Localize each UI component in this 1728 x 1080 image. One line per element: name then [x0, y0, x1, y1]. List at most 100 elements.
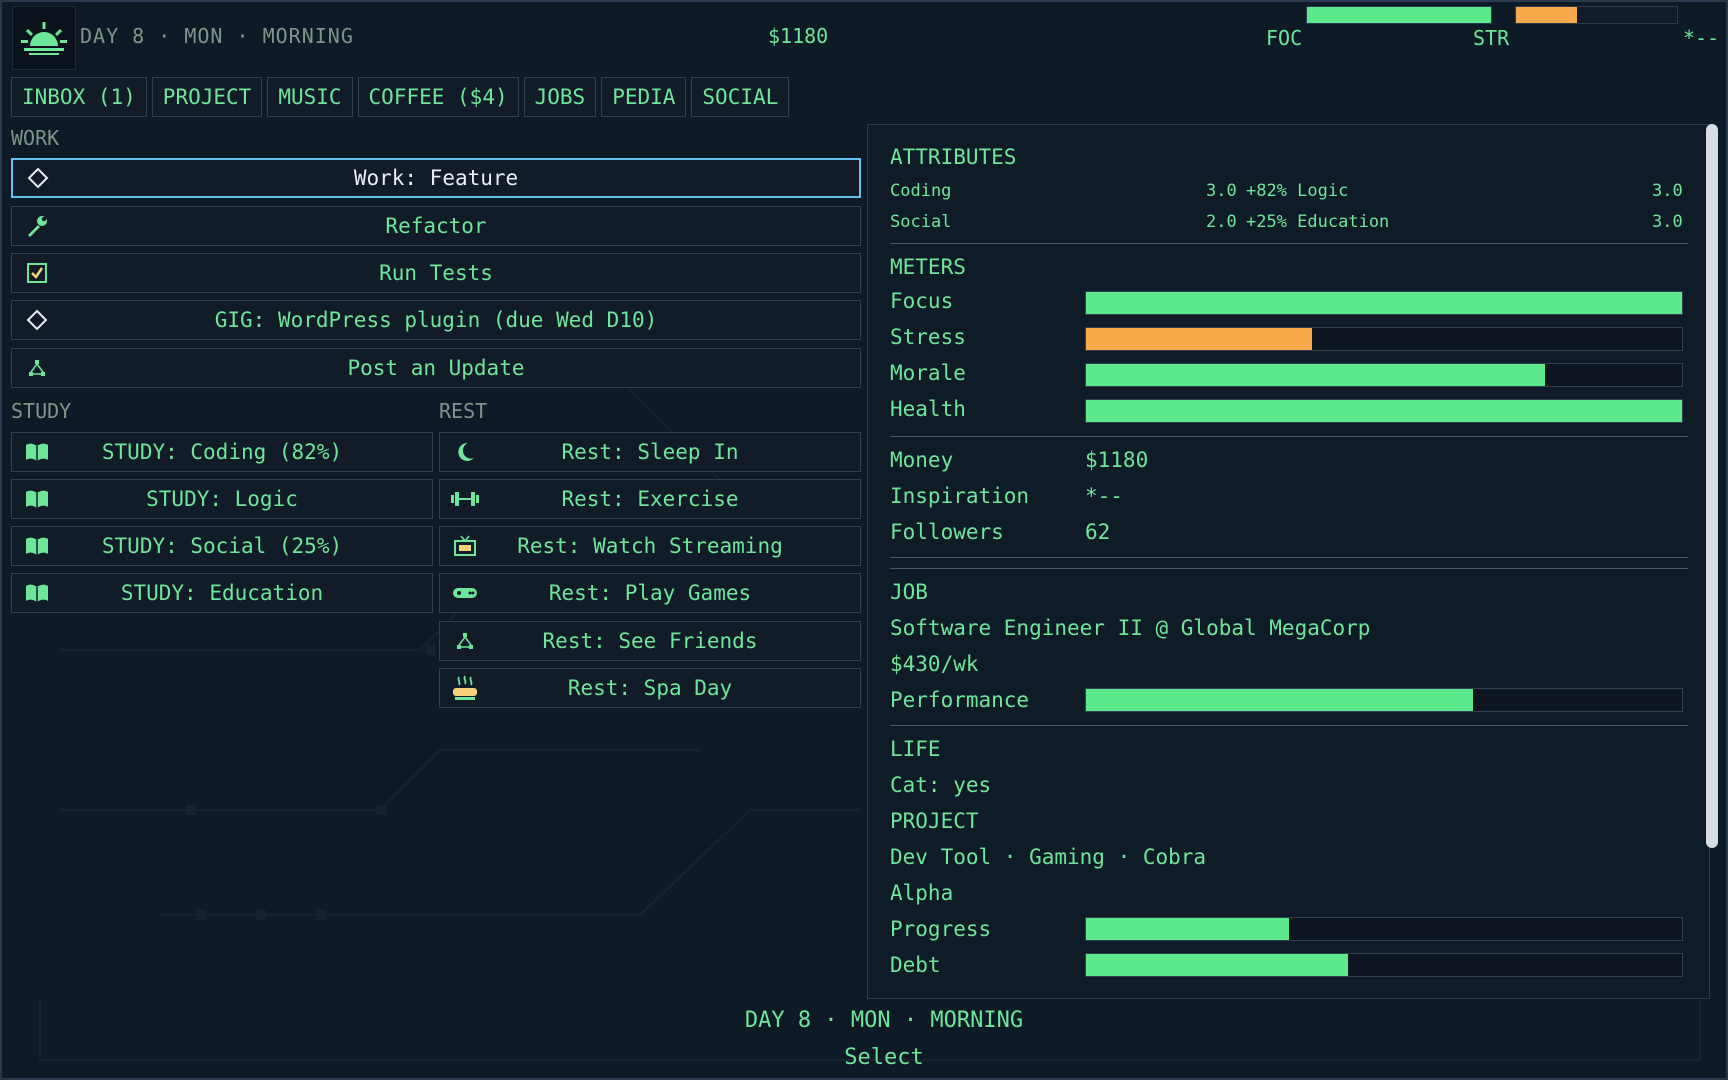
action-rest-exercise[interactable]: Rest: Exercise — [439, 479, 861, 519]
attribute-name: Social — [890, 212, 952, 232]
morale-meter — [1085, 363, 1683, 387]
sunrise-icon — [12, 6, 76, 70]
action-rest-play-games[interactable]: Rest: Play Games — [439, 573, 861, 613]
job-name: Software Engineer II @ Global MegaCorp — [890, 616, 1371, 640]
select-hint: Select — [844, 1045, 924, 1070]
top-status-bar: DAY 8 · MON · MORNING $1180 FOC STR *-- — [10, 4, 1720, 70]
action-label: Post an Update — [347, 356, 525, 380]
money-display: $1180 — [768, 24, 829, 48]
action-rest-see-friends[interactable]: Rest: See Friends — [439, 621, 861, 661]
panel-scrollbar[interactable] — [1706, 124, 1718, 848]
book-icon — [22, 437, 52, 467]
project-stage: Alpha — [890, 881, 954, 905]
action-gig-wordpress[interactable]: GIG: WordPress plugin (due Wed D10) — [11, 300, 861, 340]
action-label: Work: Feature — [353, 166, 519, 190]
action-label: Refactor — [385, 214, 487, 238]
divider — [890, 243, 1688, 244]
action-rest-spa-day[interactable]: Rest: Spa Day — [439, 668, 861, 708]
study-section-label: STUDY — [11, 399, 72, 423]
action-label: Rest: Spa Day — [567, 676, 733, 700]
action-rest-watch-streaming[interactable]: Rest: Watch Streaming — [439, 526, 861, 566]
book-icon — [22, 531, 52, 561]
footer-day-label: DAY 8 · MON · MORNING — [744, 1008, 1024, 1033]
diamond-icon — [23, 163, 53, 193]
project-name: Dev Tool · Gaming · Cobra — [890, 845, 1207, 869]
action-label: Rest: Play Games — [548, 581, 752, 605]
meter-label: Focus — [890, 289, 954, 313]
wrench-icon — [22, 211, 52, 241]
rest-section-label: REST — [439, 399, 488, 423]
action-refactor[interactable]: Refactor — [11, 206, 861, 246]
divider — [890, 436, 1688, 437]
network-icon — [22, 353, 52, 383]
focus-mini-bar — [1306, 6, 1492, 24]
tab-social[interactable]: SOCIAL — [691, 77, 790, 117]
attribute-bonus: +82% Logic — [1246, 181, 1349, 201]
meter-label: Stress — [890, 325, 966, 349]
book-icon — [22, 578, 52, 608]
gamepad-icon — [450, 578, 480, 608]
progress-meter — [1085, 917, 1683, 941]
inspiration-label: Inspiration — [890, 484, 1030, 508]
attribute-value: 3.0 — [1206, 181, 1237, 201]
action-study-coding[interactable]: STUDY: Coding (82%) — [11, 432, 433, 472]
progress-label: Progress — [890, 917, 992, 941]
followers-value: 62 — [1085, 520, 1111, 544]
network-icon — [450, 626, 480, 656]
action-label: GIG: WordPress plugin (due Wed D10) — [214, 308, 658, 332]
job-title: JOB — [890, 580, 928, 604]
book-icon — [22, 484, 52, 514]
project-title: PROJECT — [890, 809, 979, 833]
action-label: STUDY: Social (25%) — [101, 534, 343, 558]
attribute-bonus: +25% Education — [1246, 212, 1390, 232]
life-cat: Cat: yes — [890, 773, 992, 797]
job-pay: $430/wk — [890, 652, 979, 676]
action-study-social[interactable]: STUDY: Social (25%) — [11, 526, 433, 566]
day-time-label: DAY 8 · MON · MORNING — [80, 24, 354, 48]
action-rest-sleep-in[interactable]: Rest: Sleep In — [439, 432, 861, 472]
moon-icon — [450, 437, 480, 467]
tab-jobs[interactable]: JOBS — [523, 77, 597, 117]
action-post-update[interactable]: Post an Update — [11, 348, 861, 388]
meters-title: METERS — [890, 255, 966, 279]
debt-label: Debt — [890, 953, 941, 977]
performance-meter — [1085, 688, 1683, 712]
stress-mini-bar — [1515, 6, 1678, 24]
tab-bar: INBOX (1) PROJECT MUSIC COFFEE ($4) JOBS… — [11, 77, 790, 117]
checkbox-icon — [22, 258, 52, 288]
meter-label: Morale — [890, 361, 966, 385]
tab-pedia[interactable]: PEDIA — [601, 77, 687, 117]
tab-project[interactable]: PROJECT — [151, 77, 263, 117]
spa-icon — [450, 673, 480, 703]
attribute-name: Coding — [890, 181, 952, 201]
action-label: Rest: Watch Streaming — [517, 534, 783, 558]
inspiration-value: *-- — [1085, 484, 1123, 508]
divider — [890, 557, 1688, 558]
performance-label: Performance — [890, 688, 1030, 712]
action-study-logic[interactable]: STUDY: Logic — [11, 479, 433, 519]
debt-meter — [1085, 953, 1683, 977]
action-run-tests[interactable]: Run Tests — [11, 253, 861, 293]
action-label: STUDY: Education — [120, 581, 324, 605]
life-title: LIFE — [890, 737, 941, 761]
tab-inbox[interactable]: INBOX (1) — [11, 77, 147, 117]
action-work-feature[interactable]: Work: Feature — [11, 158, 861, 198]
followers-label: Followers — [890, 520, 1004, 544]
tab-music[interactable]: MUSIC — [267, 77, 353, 117]
action-label: Rest: Exercise — [561, 487, 739, 511]
money-label: Money — [890, 448, 954, 472]
attributes-title: ATTRIBUTES — [890, 145, 1017, 169]
action-label: Rest: Sleep In — [561, 440, 739, 464]
inspiration-display: *-- — [1683, 26, 1720, 50]
action-label: STUDY: Logic — [146, 487, 298, 511]
stats-panel[interactable]: ATTRIBUTES Coding 3.0 +82% Logic 3.0 Soc… — [867, 124, 1710, 999]
work-section-label: WORK — [11, 126, 60, 150]
tab-coffee[interactable]: COFFEE ($4) — [357, 77, 519, 117]
action-study-education[interactable]: STUDY: Education — [11, 573, 433, 613]
health-meter — [1085, 399, 1683, 423]
attribute-value: 2.0 — [1206, 212, 1237, 232]
focus-meter — [1085, 291, 1683, 315]
tv-icon — [450, 531, 480, 561]
attribute-value-secondary: 3.0 — [1652, 181, 1683, 201]
action-label: Run Tests — [379, 261, 493, 285]
